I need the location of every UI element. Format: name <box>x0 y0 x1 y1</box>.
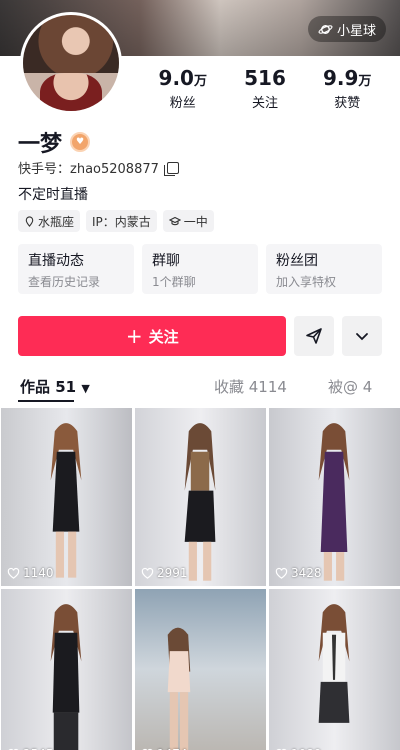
card-live-title: 直播动态 <box>28 253 84 269</box>
feature-cards: 直播动态 查看历史记录 群聊 1个群聊 粉丝团 加入享特权 <box>18 244 382 294</box>
thumb-figure <box>318 422 350 581</box>
video-thumb[interactable]: 1089 <box>269 589 400 750</box>
stat-followers[interactable]: 9.0万 粉丝 <box>159 66 207 111</box>
stat-followers-value: 9.0 <box>158 66 194 90</box>
tag-school[interactable]: 一中 <box>162 210 214 232</box>
caret-down-icon: ▼ <box>81 382 90 395</box>
stat-likes[interactable]: 9.9万 获赞 <box>323 66 371 111</box>
card-fanclub[interactable]: 粉丝团 加入享特权 <box>266 244 382 294</box>
tag-zodiac-label: 水瓶座 <box>38 214 75 229</box>
video-thumb[interactable]: 2991 <box>135 408 266 586</box>
heart-outline-icon <box>141 567 154 579</box>
tab-mention[interactable]: 被@ 4 <box>328 376 372 397</box>
video-thumb[interactable]: 2545 <box>1 589 132 750</box>
video-thumb[interactable]: 1474 <box>135 589 266 750</box>
tab-works[interactable]: 作品 51 ▼ <box>20 376 90 397</box>
action-row: + 关注 <box>18 316 382 356</box>
avatar-hair <box>23 15 119 73</box>
thumb-figure <box>184 422 216 581</box>
avatar-body <box>40 72 102 111</box>
planet-icon <box>318 24 333 34</box>
video-likes-count: 1140 <box>23 566 54 580</box>
stat-likes-unit: 万 <box>358 74 372 89</box>
video-thumb[interactable]: 3428 <box>269 408 400 586</box>
plus-icon: + <box>125 324 143 348</box>
stat-following-value: 516 <box>244 66 286 90</box>
stat-likes-label: 获赞 <box>334 96 361 111</box>
avatar[interactable] <box>20 12 122 114</box>
video-thumb[interactable]: 1140 <box>1 408 132 586</box>
profile-name: 一梦 <box>18 132 63 157</box>
level-badge-icon[interactable]: ♥ <box>70 132 91 152</box>
name-row: 一梦 ♥ <box>18 126 91 158</box>
card-group-sub: 1个群聊 <box>152 275 196 289</box>
tab-underline <box>18 400 74 402</box>
heart-outline-icon <box>275 567 288 579</box>
video-likes: 1140 <box>7 566 54 580</box>
school-cap-icon <box>168 216 181 225</box>
planet-button[interactable]: 小星球 <box>307 16 386 42</box>
video-grid: 1140 2991 3428 <box>0 408 400 750</box>
follow-button[interactable]: + 关注 <box>18 316 287 356</box>
profile-tags: 水瓶座 IP：内蒙古 一中 <box>18 210 214 232</box>
video-likes-count: 2991 <box>157 566 188 580</box>
tag-zodiac[interactable]: 水瓶座 <box>18 210 81 232</box>
thumb-figure <box>168 627 191 750</box>
user-id[interactable]: 快手号：zhao5208877 <box>18 158 179 177</box>
card-fanclub-title: 粉丝团 <box>276 253 318 269</box>
stats-row: 9.0万 粉丝 516 关注 9.9万 获赞 <box>140 66 390 111</box>
tab-collect[interactable]: 收藏 4114 <box>214 376 287 397</box>
card-live-sub: 查看历史记录 <box>28 275 101 289</box>
video-likes: 3428 <box>275 566 322 580</box>
tab-works-label: 作品 51 <box>20 378 77 396</box>
tag-ip: IP：内蒙古 <box>86 210 157 232</box>
video-likes: 2991 <box>141 566 188 580</box>
follow-label: 关注 <box>148 327 179 346</box>
heart-outline-icon <box>7 567 20 579</box>
profile-bio: 不定时直播 <box>18 187 88 203</box>
card-live[interactable]: 直播动态 查看历史记录 <box>18 244 134 294</box>
stat-following-label: 关注 <box>251 96 278 111</box>
location-pin-icon <box>25 215 34 227</box>
chevron-down-icon <box>356 333 368 341</box>
thumb-figure <box>50 422 82 578</box>
card-group-title: 群聊 <box>152 253 180 269</box>
stat-followers-label: 粉丝 <box>169 96 196 111</box>
tag-school-label: 一中 <box>183 214 208 229</box>
content-tabs: 作品 51 ▼ 收藏 4114 被@ 4 <box>18 376 382 402</box>
stat-likes-value: 9.9 <box>322 66 359 90</box>
thumb-figure <box>318 603 350 723</box>
stat-followers-unit: 万 <box>193 74 207 89</box>
video-likes-count: 3428 <box>291 566 322 580</box>
user-id-text: 快手号：zhao5208877 <box>18 162 159 177</box>
more-button[interactable] <box>342 316 382 356</box>
message-button[interactable] <box>294 316 335 356</box>
card-fanclub-sub: 加入享特权 <box>276 275 337 289</box>
card-group[interactable]: 群聊 1个群聊 <box>142 244 258 294</box>
stat-following[interactable]: 516 关注 <box>244 66 286 111</box>
planet-label: 小星球 <box>336 23 376 39</box>
copy-icon[interactable] <box>163 161 179 176</box>
thumb-figure <box>50 603 82 750</box>
send-icon <box>306 328 323 344</box>
tag-ip-label: IP：内蒙古 <box>92 214 151 229</box>
